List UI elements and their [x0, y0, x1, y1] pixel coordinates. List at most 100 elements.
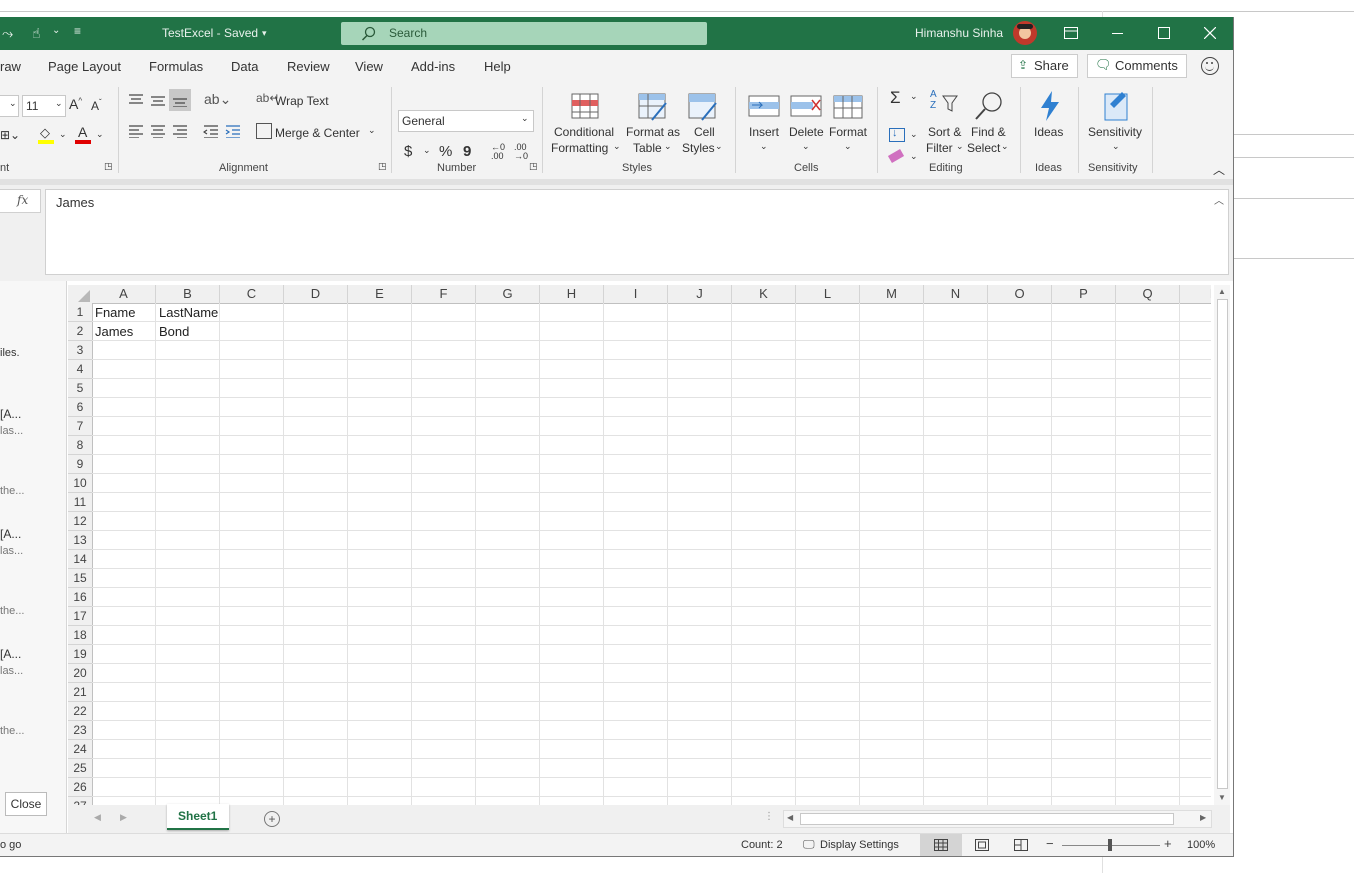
chevron-down-icon[interactable]: ⌄	[368, 125, 376, 136]
align-center-icon[interactable]	[150, 124, 166, 138]
select-all-button[interactable]	[68, 285, 93, 304]
row-header[interactable]: 16	[68, 588, 93, 607]
row-header[interactable]: 8	[68, 436, 93, 455]
tab-page-layout[interactable]: Page Layout	[48, 59, 121, 74]
chevron-down-icon[interactable]: ⌄	[910, 91, 918, 102]
row-header[interactable]: 21	[68, 683, 93, 702]
next-sheet-icon[interactable]: ▶	[120, 812, 127, 823]
chevron-down-icon[interactable]: ▾	[262, 28, 267, 39]
orientation-icon[interactable]: ab⌄	[204, 91, 231, 108]
cell-a2[interactable]: James	[95, 324, 133, 339]
chevron-down-icon[interactable]: ⌄	[910, 151, 918, 162]
conditional-formatting-button[interactable]: Conditional Formatting ⌄	[550, 89, 621, 161]
scroll-up-icon[interactable]: ▲	[1218, 287, 1226, 296]
column-header[interactable]: D	[284, 285, 348, 304]
clear-icon[interactable]	[887, 149, 905, 163]
pane-item-title[interactable]: [A...	[0, 527, 21, 541]
column-header[interactable]: H	[540, 285, 604, 304]
column-header[interactable]: M	[860, 285, 924, 304]
row-header[interactable]: 10	[68, 474, 93, 493]
row-header[interactable]: 3	[68, 341, 93, 360]
dialog-launcher-icon[interactable]: ◳	[104, 161, 113, 172]
borders-icon[interactable]: ⊞⌄	[0, 128, 20, 142]
column-header[interactable]: K	[732, 285, 796, 304]
column-header[interactable]: O	[988, 285, 1052, 304]
column-header[interactable]: Q	[1116, 285, 1180, 304]
zoom-level[interactable]: 100%	[1187, 839, 1215, 851]
touch-mode-icon[interactable]: ☝	[32, 25, 41, 42]
row-header[interactable]: 15	[68, 569, 93, 588]
pane-item-title[interactable]: [A...	[0, 647, 21, 661]
font-color-icon[interactable]: A	[75, 124, 91, 145]
scroll-left-icon[interactable]: ◀	[787, 813, 793, 822]
spreadsheet-grid[interactable]: ABCDEFGHIJKLMNOPQI1234567891011121314151…	[68, 285, 1211, 805]
collapse-ribbon-icon[interactable]: ︿	[1213, 161, 1225, 178]
zoom-slider-thumb[interactable]	[1108, 839, 1112, 851]
wrap-text-label[interactable]: Wrap Text	[275, 94, 329, 108]
minimize-icon[interactable]	[1112, 33, 1123, 34]
row-header[interactable]: 11	[68, 493, 93, 512]
decrease-indent-icon[interactable]	[203, 124, 219, 138]
increase-font-icon[interactable]: A^	[69, 96, 82, 112]
page-layout-view-icon[interactable]	[975, 839, 989, 851]
merge-center-icon[interactable]	[256, 123, 272, 139]
column-header[interactable]: J	[668, 285, 732, 304]
find-select-button[interactable]: Find & Select ⌄	[966, 89, 1012, 161]
ribbon-display-options-icon[interactable]	[1064, 27, 1078, 39]
font-name-dropdown[interactable]: ⌄	[0, 95, 19, 117]
redo-icon[interactable]: ⤳	[2, 25, 13, 42]
normal-view-button[interactable]	[920, 834, 962, 856]
row-header[interactable]: 12	[68, 512, 93, 531]
fill-color-icon[interactable]: ◇	[38, 125, 54, 145]
format-as-table-button[interactable]: Format as Table ⌄	[624, 89, 680, 161]
autosum-icon[interactable]: Σ	[890, 88, 901, 108]
chevron-down-icon[interactable]: ⌄	[52, 25, 60, 36]
page-break-view-icon[interactable]	[1014, 839, 1028, 851]
share-button[interactable]: ⇪ Share	[1011, 54, 1078, 78]
column-header[interactable]: E	[348, 285, 412, 304]
align-top-icon[interactable]	[128, 93, 144, 107]
dialog-launcher-icon[interactable]: ◳	[378, 161, 387, 172]
delete-button[interactable]: Delete ⌄	[788, 89, 824, 161]
sensitivity-button[interactable]: Sensitivity ⌄	[1086, 89, 1146, 161]
row-header[interactable]: 7	[68, 417, 93, 436]
chevron-down-icon[interactable]: ⌄	[910, 129, 918, 140]
row-header[interactable]: 26	[68, 778, 93, 797]
ideas-button[interactable]: Ideas	[1030, 89, 1070, 161]
column-header[interactable]: B	[156, 285, 220, 304]
dialog-launcher-icon[interactable]: ◳	[529, 161, 538, 172]
row-header[interactable]: 5	[68, 379, 93, 398]
tab-help[interactable]: Help	[484, 59, 511, 74]
row-header[interactable]: 27	[68, 797, 93, 805]
row-header[interactable]: 17	[68, 607, 93, 626]
scroll-down-icon[interactable]: ▼	[1218, 793, 1226, 802]
chevron-down-icon[interactable]: ⌄	[423, 145, 431, 156]
feedback-smiley-icon[interactable]	[1201, 57, 1219, 75]
pane-item-title[interactable]: [A...	[0, 407, 21, 421]
cell-b2[interactable]: Bond	[159, 324, 189, 339]
row-header[interactable]: 2	[68, 322, 93, 341]
column-header[interactable]: F	[412, 285, 476, 304]
comments-button[interactable]: 🗨 Comments	[1087, 54, 1187, 78]
insert-button[interactable]: Insert ⌄	[746, 89, 782, 161]
align-middle-icon[interactable]	[150, 93, 166, 107]
display-settings-button[interactable]: Display Settings	[820, 839, 899, 851]
tab-formulas[interactable]: Formulas	[149, 59, 203, 74]
row-header[interactable]: 19	[68, 645, 93, 664]
column-header[interactable]: A	[92, 285, 156, 304]
column-header[interactable]: G	[476, 285, 540, 304]
user-name[interactable]: Himanshu Sinha	[915, 26, 1003, 40]
avatar[interactable]	[1013, 21, 1037, 45]
customize-qat-icon[interactable]: ≡	[74, 24, 81, 38]
collapse-formula-bar-icon[interactable]: ︿	[1214, 192, 1224, 207]
row-header[interactable]: 13	[68, 531, 93, 550]
horizontal-scrollbar[interactable]: ◀ ▶	[783, 810, 1212, 828]
cell-b1[interactable]: LastName	[159, 305, 218, 320]
cell-styles-button[interactable]: Cell Styles ⌄	[682, 89, 728, 161]
add-sheet-icon[interactable]: +	[264, 811, 280, 827]
format-button[interactable]: Format ⌄	[828, 89, 868, 161]
column-header[interactable]: P	[1052, 285, 1116, 304]
tab-view[interactable]: View	[355, 59, 383, 74]
close-icon[interactable]	[1204, 27, 1216, 39]
insert-function-button[interactable]: fx	[0, 189, 41, 213]
